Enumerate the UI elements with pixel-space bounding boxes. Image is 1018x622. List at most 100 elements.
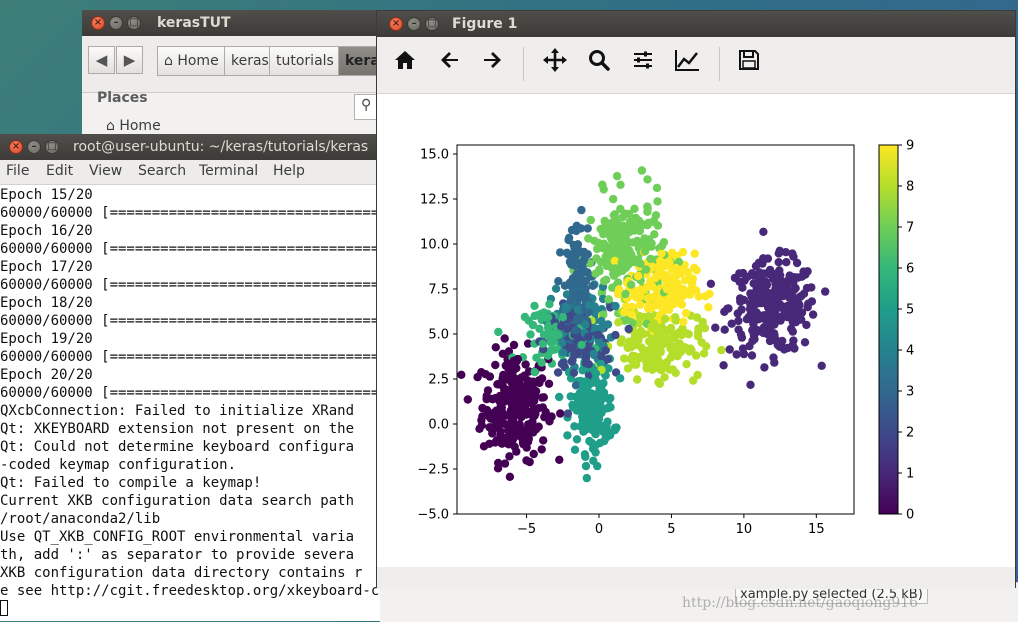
- scatter-point: [753, 299, 762, 308]
- terminal-line: e see http://cgit.freedesktop.org/xkeybo…: [0, 583, 380, 599]
- home-icon[interactable]: [388, 47, 422, 81]
- scatter-point: [684, 330, 693, 339]
- pan-icon[interactable]: [538, 47, 572, 81]
- save-icon[interactable]: [732, 47, 766, 81]
- menu-help[interactable]: Help: [273, 163, 305, 179]
- sidebar-item-home[interactable]: ⌂ Home: [106, 118, 161, 134]
- scatter-point: [650, 230, 659, 239]
- scatter-point: [661, 314, 670, 324]
- scatter-point: [654, 262, 664, 271]
- scatter-point: [613, 268, 622, 277]
- scatter-point: [760, 363, 769, 372]
- scatter-point: [682, 360, 691, 369]
- forward-arrow-icon[interactable]: [475, 47, 509, 81]
- scatter-point: [557, 322, 566, 331]
- scatter-point: [676, 299, 685, 308]
- maximize-icon[interactable]: □: [45, 140, 59, 154]
- file-manager-titlebar[interactable]: × – □ kerasTUT: [82, 10, 382, 36]
- scatter-point: [618, 212, 628, 222]
- terminal-line: 60000/60000 [===========================…: [0, 385, 380, 401]
- maximize-icon[interactable]: □: [127, 16, 141, 30]
- scatter-point: [755, 291, 765, 300]
- scatter-point: [624, 238, 633, 247]
- scatter-point: [588, 281, 597, 290]
- scatter-point: [547, 338, 556, 348]
- back-button[interactable]: ◀: [88, 46, 115, 74]
- scatter-point: [539, 436, 548, 445]
- scatter-point: [494, 423, 503, 433]
- scatter-point: [581, 461, 591, 471]
- scatter-point: [611, 227, 620, 237]
- terminal-line: th, add ':' as separator to provide seve…: [0, 547, 355, 563]
- terminal-output[interactable]: Epoch 15/20 60000/60000 [================…: [0, 186, 380, 600]
- scatter-point: [501, 361, 510, 370]
- scatter-points: [457, 166, 830, 483]
- scatter-point: [626, 280, 636, 289]
- minimize-icon[interactable]: –: [27, 140, 41, 154]
- scatter-point: [597, 316, 606, 326]
- scatter-point: [644, 312, 654, 321]
- edit-axis-icon[interactable]: [670, 47, 704, 81]
- close-icon[interactable]: ×: [9, 140, 23, 154]
- scatter-point: [771, 300, 780, 310]
- scatter-point: [573, 305, 582, 314]
- scatter-point: [589, 349, 598, 359]
- scatter-point: [637, 166, 647, 175]
- terminal-cursor: [0, 600, 8, 616]
- terminal-line: Epoch 19/20: [0, 331, 93, 347]
- zoom-icon[interactable]: [582, 47, 616, 81]
- scatter-point: [784, 276, 793, 285]
- window-title: kerasTUT: [157, 15, 231, 31]
- toolbar-separator: [719, 47, 720, 81]
- scatter-point: [657, 249, 666, 258]
- breadcrumb-home[interactable]: ⌂ Home: [157, 46, 226, 76]
- menu-terminal[interactable]: Terminal: [199, 163, 258, 179]
- figure-titlebar[interactable]: × – □ Figure 1: [377, 11, 1015, 37]
- maximize-icon[interactable]: □: [425, 17, 439, 31]
- terminal-line: XKB configuration data directory contain…: [0, 565, 363, 581]
- menu-edit[interactable]: Edit: [46, 163, 73, 179]
- scatter-point: [614, 285, 624, 294]
- close-icon[interactable]: ×: [91, 16, 105, 30]
- terminal-titlebar[interactable]: × – □ root@user-ubuntu: ~/keras/tutorial…: [0, 134, 380, 160]
- scatter-point: [604, 295, 613, 304]
- y-tick-label: −5.0: [417, 508, 449, 523]
- scatter-point: [521, 360, 530, 369]
- scatter-point: [501, 433, 510, 443]
- scatter-point: [693, 370, 702, 380]
- terminal-line: 60000/60000 [===========================…: [0, 277, 380, 293]
- scatter-point: [584, 300, 594, 310]
- scatter-point: [717, 345, 726, 355]
- scatter-point: [499, 370, 508, 380]
- scatter-point: [558, 313, 568, 322]
- subplots-icon[interactable]: [626, 47, 660, 81]
- scatter-point: [518, 400, 527, 410]
- scatter-point: [537, 445, 546, 454]
- menu-view[interactable]: View: [89, 163, 122, 179]
- terminal-line: QXcbConnection: Failed to initialize XRa…: [0, 403, 355, 419]
- minimize-icon[interactable]: –: [407, 17, 421, 31]
- y-tick-label: 0.0: [428, 418, 449, 433]
- scatter-point: [797, 272, 807, 281]
- scatter-point: [520, 312, 530, 322]
- menu-file[interactable]: File: [6, 163, 29, 179]
- scatter-point: [692, 313, 702, 322]
- scatter-point: [620, 354, 629, 363]
- back-arrow-icon[interactable]: [433, 47, 467, 81]
- scatter-point: [591, 269, 600, 278]
- scatter-point: [513, 354, 522, 364]
- menu-search[interactable]: Search: [138, 163, 186, 179]
- forward-button[interactable]: ▶: [116, 46, 143, 74]
- scatter-plot[interactable]: −5 0 5 10 15−5.0−2.50.02.55.07.510.012.515.0…: [377, 94, 1015, 566]
- scatter-point: [578, 412, 587, 421]
- scatter-point: [534, 376, 543, 385]
- scatter-point: [530, 301, 539, 311]
- scatter-point: [680, 286, 689, 295]
- scatter-point: [671, 368, 680, 378]
- minimize-icon[interactable]: –: [109, 16, 123, 30]
- scatter-point: [727, 319, 736, 328]
- scatter-point: [788, 249, 797, 258]
- figure-window: × – □ Figure 1 −5 0 5 10 15 −5.0 −2.5 0.…: [376, 10, 1016, 589]
- close-icon[interactable]: ×: [389, 17, 403, 31]
- breadcrumb-tutorials[interactable]: tutorials: [269, 46, 341, 76]
